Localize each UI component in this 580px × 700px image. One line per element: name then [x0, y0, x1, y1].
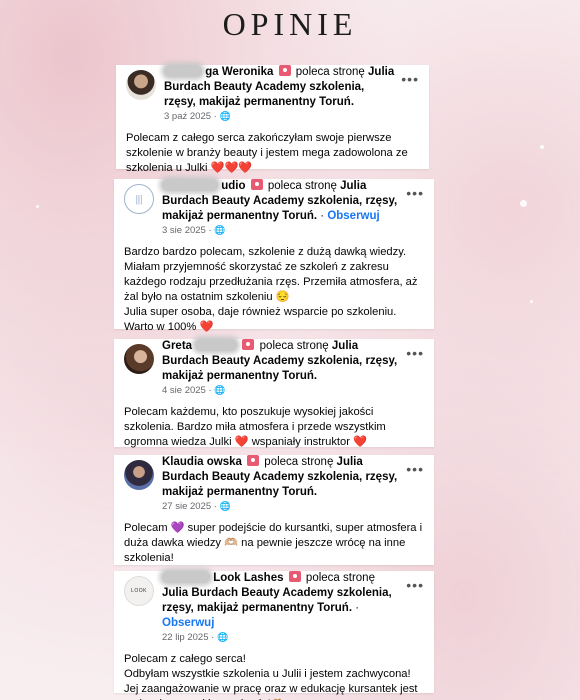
- blurred-name: [162, 179, 218, 191]
- reviewer-name[interactable]: Look Lashes: [213, 572, 283, 584]
- more-options-icon[interactable]: •••: [406, 577, 424, 593]
- post-date[interactable]: 3 paź 2025: [164, 111, 211, 122]
- blurred-name: [195, 339, 238, 351]
- review-text: Polecam 💜 super podejście do kursantki, …: [124, 522, 423, 564]
- recommend-icon: [278, 65, 291, 76]
- review-card: ••• Klaudia owska poleca stronę Julia Bu…: [114, 455, 434, 565]
- recommend-icon: [247, 455, 260, 466]
- blurred-name: [164, 65, 202, 77]
- globe-icon: 🌐: [216, 632, 229, 642]
- review-text: Bardzo bardzo polecam, szkolenie z dużą …: [124, 246, 418, 333]
- reviewer-name[interactable]: Klaudia owska: [162, 456, 242, 468]
- globe-icon: 🌐: [219, 501, 231, 511]
- reviewer-name[interactable]: udio: [221, 180, 245, 192]
- studio-logo-icon: |||: [135, 193, 143, 205]
- globe-icon: 🌐: [219, 111, 231, 121]
- recommend-action: poleca stronę: [264, 456, 334, 468]
- reviewer-name[interactable]: ga Weronika: [205, 66, 273, 78]
- avatar[interactable]: [124, 344, 154, 374]
- review-text: Polecam każdemu, kto poszukuje wysokiej …: [124, 406, 386, 448]
- globe-icon: 🌐: [214, 225, 226, 235]
- avatar[interactable]: [124, 460, 154, 490]
- brand-logo-icon: LOOK: [131, 588, 147, 594]
- review-card: ••• LOOK Look Lashes poleca stronę Julia…: [114, 571, 434, 700]
- review-text: Polecam z całego serca zakończyłam swoje…: [126, 132, 408, 174]
- review-text: Polecam z całego serca! Odbyłam wszystki…: [124, 653, 418, 700]
- review-card: ••• Greta poleca stronę Julia Burdach Be…: [114, 339, 434, 448]
- recommend-action: poleca stronę: [305, 572, 375, 584]
- sparkle-decoration: [530, 300, 533, 303]
- more-options-icon[interactable]: •••: [406, 345, 424, 361]
- post-date[interactable]: 3 sie 2025: [162, 225, 206, 236]
- follow-button[interactable]: Obserwuj: [327, 210, 379, 222]
- sparkle-decoration: [520, 200, 527, 207]
- reviewer-name[interactable]: Greta: [162, 340, 192, 352]
- recommend-icon: [250, 179, 263, 190]
- recommend-action: poleca stronę: [259, 340, 329, 352]
- more-options-icon[interactable]: •••: [401, 71, 419, 87]
- recommend-action: poleca stronę: [267, 180, 337, 192]
- globe-icon: 🌐: [214, 385, 226, 395]
- post-date[interactable]: 27 sie 2025: [162, 501, 211, 512]
- recommend-action: poleca stronę: [295, 66, 365, 78]
- sparkle-decoration: [36, 205, 39, 208]
- follow-button[interactable]: Obserwuj: [162, 617, 214, 629]
- avatar[interactable]: |||: [124, 184, 154, 214]
- post-date[interactable]: 22 lip 2025: [162, 632, 208, 643]
- page-title: OPINIE: [222, 6, 358, 42]
- page-link[interactable]: Julia Burdach Beauty Academy szkolenia, …: [162, 587, 392, 614]
- review-card: ••• ga Weronika poleca stronę Julia Burd…: [116, 65, 429, 174]
- more-options-icon[interactable]: •••: [406, 461, 424, 477]
- blurred-name: [162, 571, 210, 583]
- more-options-icon[interactable]: •••: [406, 185, 424, 201]
- avatar[interactable]: [126, 70, 156, 100]
- post-date[interactable]: 4 sie 2025: [162, 385, 206, 396]
- review-card: ••• ||| udio poleca stronę Julia Burdach…: [114, 179, 434, 333]
- recommend-icon: [242, 339, 255, 350]
- recommend-icon: [288, 571, 301, 582]
- avatar[interactable]: LOOK: [124, 576, 154, 606]
- sparkle-decoration: [540, 145, 544, 149]
